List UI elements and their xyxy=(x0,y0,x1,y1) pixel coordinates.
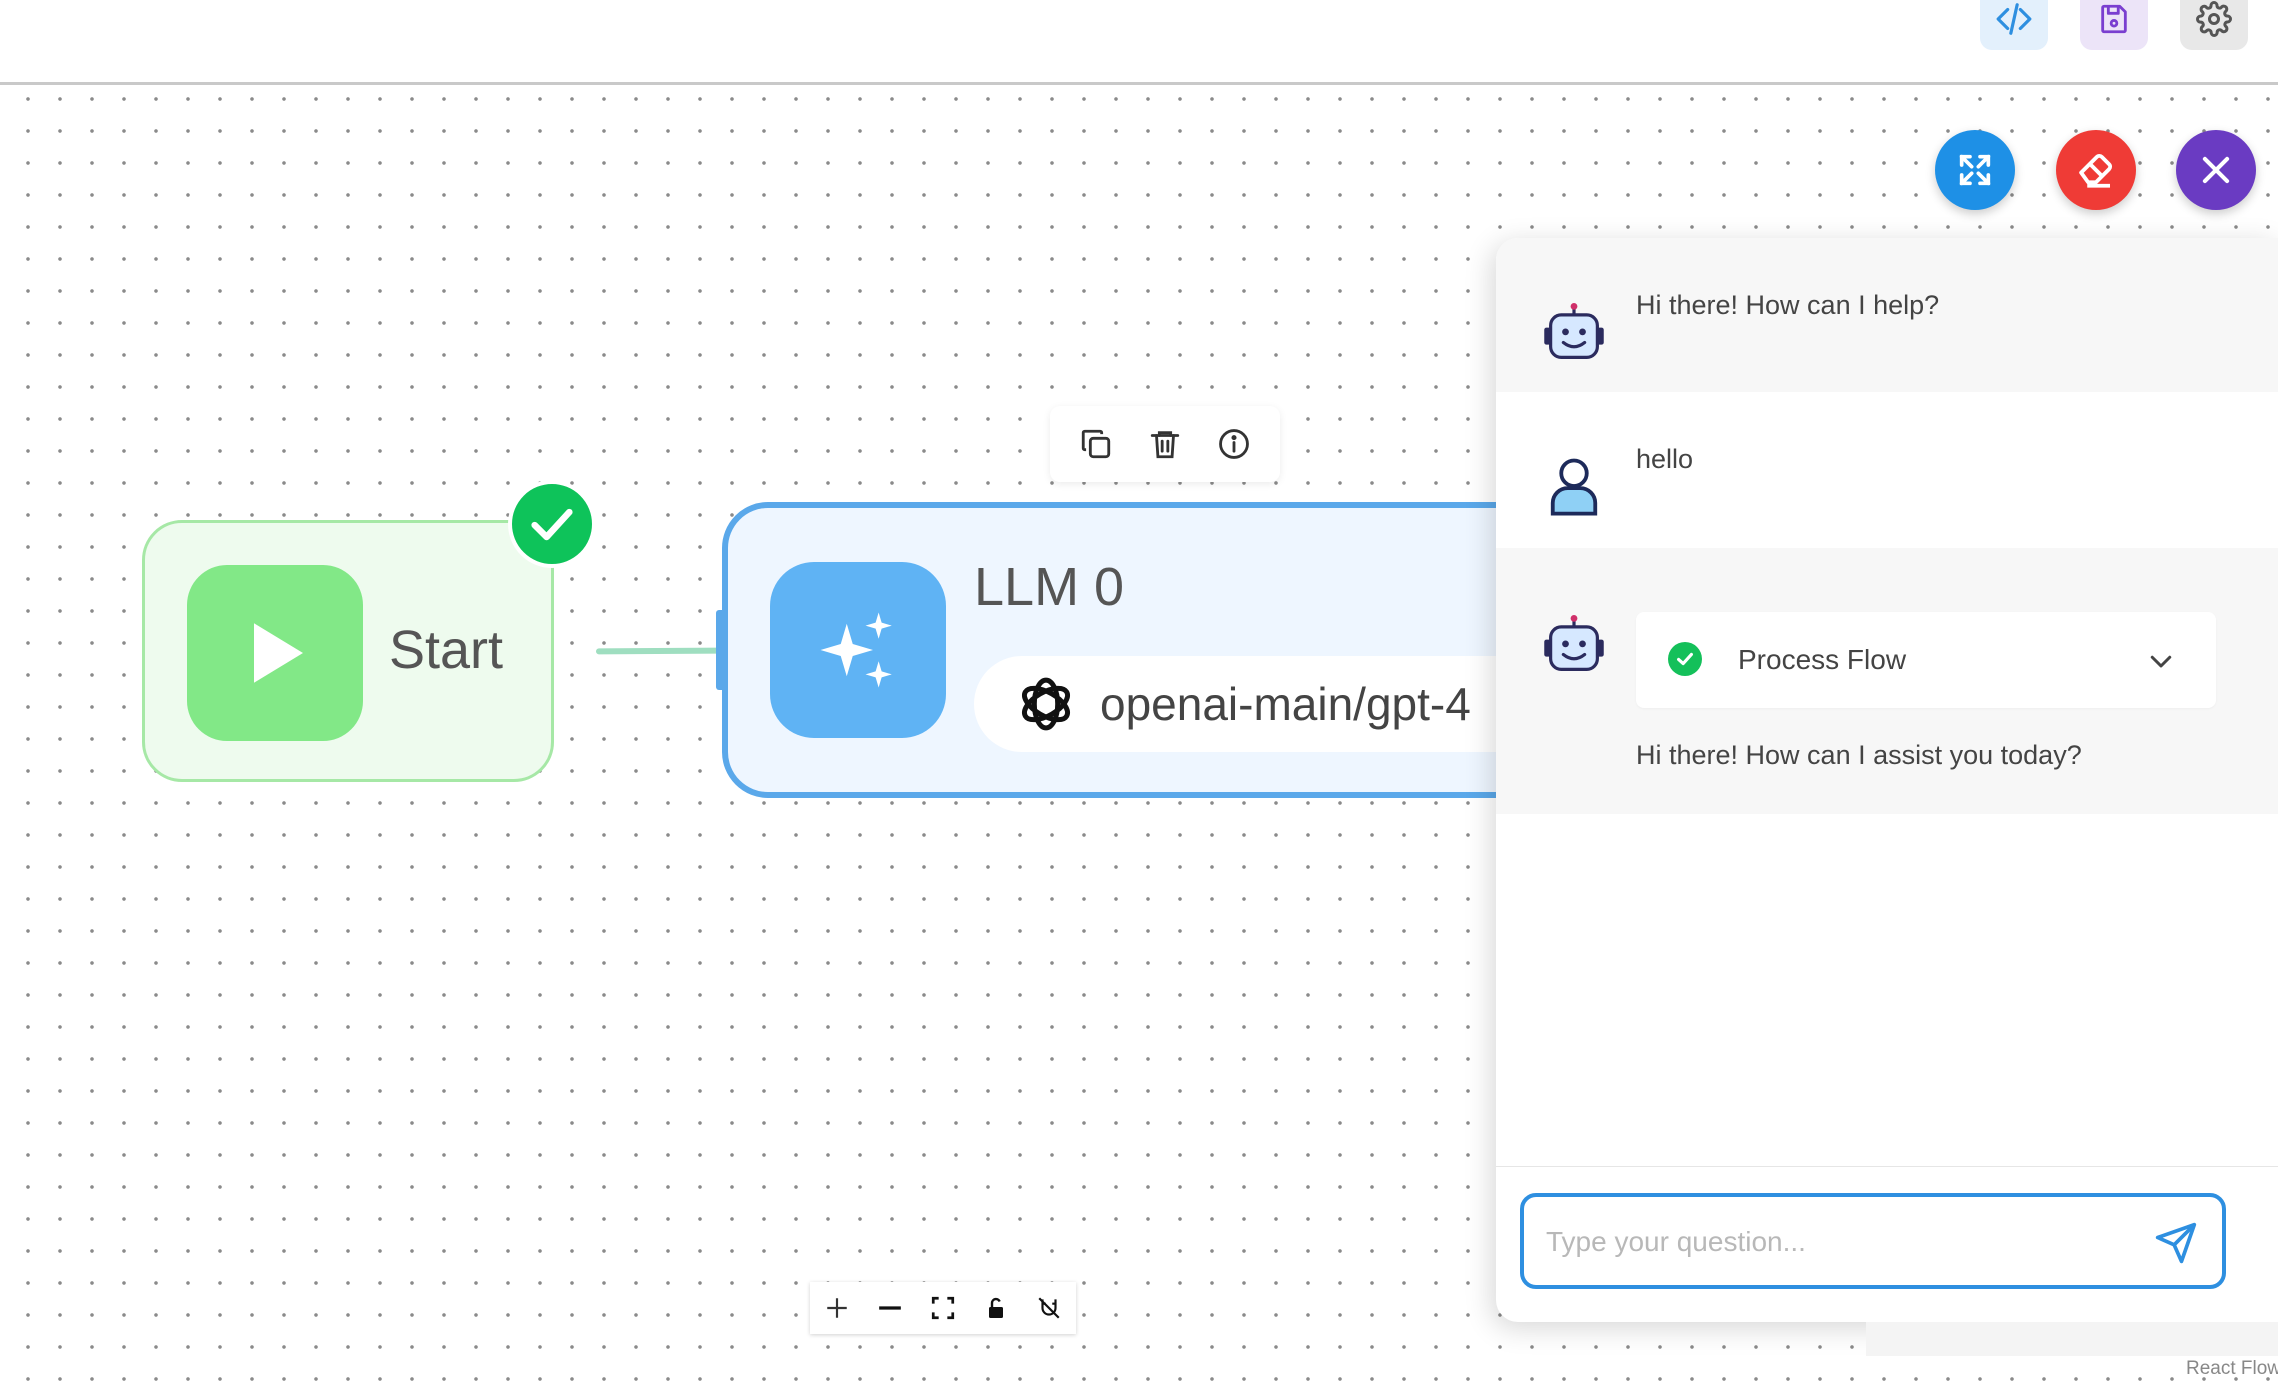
chat-message-text: Hi there! How can I help? xyxy=(1636,290,1940,320)
user-avatar-icon xyxy=(1550,458,1598,516)
chat-question-input[interactable] xyxy=(1544,1215,2148,1269)
chat-message-bot: Process Flow Hi there! How can I assist … xyxy=(1496,548,2278,814)
llm-node-icon xyxy=(770,562,946,738)
start-node-label: Start xyxy=(389,620,504,680)
node-toolbar xyxy=(1050,406,1280,482)
chat-message-user: hello xyxy=(1496,392,2278,548)
llm-node-title: LLM 0 xyxy=(974,557,1125,617)
minimap-strip xyxy=(1866,1322,2278,1356)
llm-node[interactable]: LLM 0 openai-main/gpt-4 xyxy=(722,502,1622,798)
sparkles-icon xyxy=(820,612,892,688)
toggle-interactivity-button[interactable] xyxy=(978,1290,1014,1326)
openai-logo-icon xyxy=(1010,668,1082,740)
copy-icon xyxy=(1082,429,1111,459)
success-badge xyxy=(508,480,596,568)
chat-input-box xyxy=(1520,1193,2226,1289)
duplicate-node-button[interactable] xyxy=(1076,424,1116,464)
chevron-down-icon xyxy=(2150,655,2172,668)
process-flow-label: Process Flow xyxy=(1738,644,1907,675)
magnet-off-icon xyxy=(1038,1297,1060,1319)
code-button[interactable] xyxy=(1980,0,2048,50)
save-button[interactable] xyxy=(2080,0,2148,50)
chat-input-area xyxy=(1496,1166,2278,1322)
start-node[interactable]: Start xyxy=(142,520,554,782)
clear-chat-button[interactable] xyxy=(2056,130,2136,210)
start-node-icon xyxy=(187,565,363,741)
chat-panel: Hi there! How can I help? hello Process … xyxy=(1496,238,2278,1322)
minus-icon xyxy=(878,1306,901,1310)
save-icon xyxy=(2101,4,2127,34)
trash-icon xyxy=(1150,431,1180,459)
expand-chat-button[interactable] xyxy=(1935,130,2015,210)
check-icon xyxy=(531,508,573,541)
close-icon xyxy=(2202,156,2230,184)
canvas-controls xyxy=(810,1282,1076,1334)
settings-button[interactable] xyxy=(2180,0,2248,50)
chat-message-text: Hi there! How can I assist you today? xyxy=(1636,740,2082,770)
react-flow-attribution[interactable]: React Flow xyxy=(2186,1358,2278,1380)
fit-view-button[interactable] xyxy=(925,1290,961,1326)
process-flow-dropdown[interactable]: Process Flow xyxy=(1636,612,2216,708)
chat-message-text: hello xyxy=(1636,444,1694,474)
plus-icon xyxy=(826,1298,847,1318)
eraser-icon xyxy=(2079,153,2113,188)
fit-view-icon xyxy=(931,1296,955,1320)
code-icon xyxy=(1996,3,2032,35)
snap-toggle-button[interactable] xyxy=(1031,1290,1067,1326)
robot-avatar-icon xyxy=(1544,302,1604,359)
send-icon xyxy=(2155,1222,2197,1264)
send-button[interactable] xyxy=(2152,1219,2200,1267)
delete-node-button[interactable] xyxy=(1145,424,1185,464)
unlock-icon xyxy=(989,1297,1004,1318)
play-icon xyxy=(254,623,303,683)
robot-avatar-icon xyxy=(1544,614,1604,671)
check-circle-icon xyxy=(1668,642,1702,676)
zoom-in-button[interactable] xyxy=(819,1290,855,1326)
chat-message-bot: Hi there! How can I help? xyxy=(1496,238,2278,392)
flow-edge[interactable] xyxy=(595,647,723,655)
top-toolbar xyxy=(0,0,2278,85)
close-chat-button[interactable] xyxy=(2176,130,2256,210)
llm-model-name: openai-main/gpt-4 xyxy=(1100,678,1471,730)
info-icon xyxy=(1218,429,1249,459)
node-info-button[interactable] xyxy=(1214,424,1254,464)
gear-icon xyxy=(2196,1,2232,37)
expand-icon xyxy=(1959,154,1991,186)
zoom-out-button[interactable] xyxy=(872,1290,908,1326)
